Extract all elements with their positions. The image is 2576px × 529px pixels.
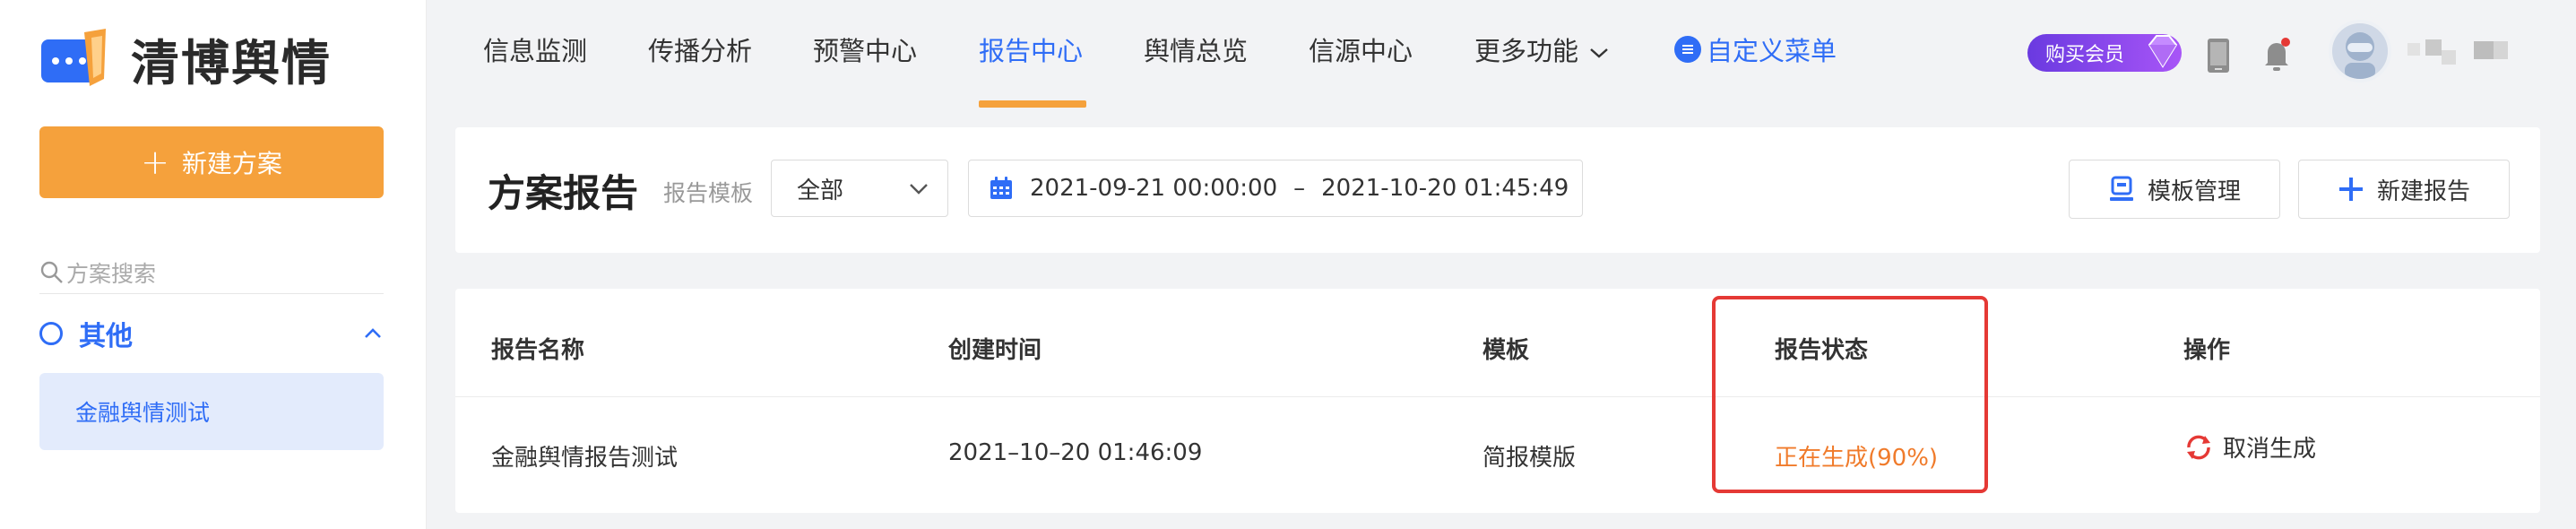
nav-spread-analysis[interactable]: 传播分析: [648, 30, 752, 68]
table-row-status: 正在生成(90%): [1775, 445, 1939, 472]
phone-icon[interactable]: [2207, 38, 2230, 74]
plan-search-placeholder: 方案搜索: [66, 260, 157, 287]
gem-icon: [2148, 35, 2178, 68]
search-icon: [40, 261, 63, 283]
table-row-template: 简报模版: [1482, 445, 1577, 472]
header-divider: [455, 396, 2540, 397]
active-tab-indicator: [979, 100, 1086, 108]
column-header-status: 报告状态: [1775, 337, 1869, 364]
new-plan-label: 新建方案: [181, 149, 282, 178]
column-header-name: 报告名称: [491, 337, 585, 364]
chevron-up-icon: [365, 328, 381, 338]
avatar[interactable]: [2329, 20, 2391, 82]
username-blurred[interactable]: [2407, 39, 2515, 68]
nav-report-center[interactable]: 报告中心: [979, 30, 1083, 68]
bell-icon[interactable]: [2260, 34, 2293, 74]
logo[interactable]: 清博舆情: [39, 23, 332, 94]
report-table: 报告名称 创建时间 模板 报告状态 操作 金融舆情报告测试 2021–10–20…: [455, 289, 2540, 513]
plus-icon: [2338, 178, 2363, 201]
group-label: 其他: [79, 321, 133, 352]
cancel-generate-label: 取消生成: [2223, 436, 2317, 463]
refresh-icon: [2187, 435, 2210, 459]
template-manage-label: 模板管理: [2147, 178, 2241, 205]
circle-icon: [39, 322, 63, 345]
top-nav: 信息监测 传播分析 预警中心 报告中心 舆情总览 信源中心 更多功能 自定义菜单: [428, 0, 2576, 108]
plan-item-label: 金融舆情测试: [75, 400, 211, 426]
nav-more-label: 更多功能: [1474, 36, 1579, 66]
report-filter-card: 方案报告 报告模板 全部 2021-09-21 00:00:00 – 2021-…: [455, 127, 2540, 253]
column-header-action: 操作: [2183, 337, 2231, 364]
custom-menu-label: 自定义菜单: [1707, 36, 1837, 66]
date-start: 2021-09-21 00:00:00: [1030, 175, 1278, 202]
new-plan-button[interactable]: + 新建方案: [39, 126, 384, 198]
template-select-value: 全部: [797, 177, 844, 204]
logo-text: 清博舆情: [131, 35, 332, 91]
calendar-icon: [990, 177, 1012, 199]
custom-menu-link[interactable]: 自定义菜单: [1674, 30, 1837, 68]
nav-opinion-overview[interactable]: 舆情总览: [1144, 30, 1248, 68]
nav-alert-center[interactable]: 预警中心: [813, 30, 917, 68]
plan-item-finance-test[interactable]: 金融舆情测试: [39, 373, 384, 450]
column-header-template: 模板: [1482, 337, 1530, 364]
plan-search-input[interactable]: 方案搜索: [39, 251, 384, 294]
template-select[interactable]: 全部: [771, 160, 948, 217]
date-range-picker[interactable]: 2021-09-21 00:00:00 – 2021-10-20 01:45:4…: [968, 160, 1583, 217]
column-header-created: 创建时间: [948, 337, 1042, 364]
cancel-generate-button[interactable]: 取消生成: [2183, 430, 2316, 464]
date-end: 2021-10-20 01:45:49: [1321, 175, 1569, 202]
plus-icon: +: [141, 143, 169, 182]
sidebar: 清博舆情 + 新建方案 方案搜索 其他 金融舆情测试: [0, 0, 427, 529]
template-icon: [2109, 176, 2133, 201]
template-manage-button[interactable]: 模板管理: [2069, 160, 2280, 219]
vip-label: 购买会员: [2045, 44, 2125, 66]
table-row-created: 2021–10–20 01:46:09: [948, 439, 1203, 466]
date-separator: –: [1293, 175, 1306, 202]
nav-source-center[interactable]: 信源中心: [1309, 30, 1413, 68]
nav-more-functions[interactable]: 更多功能: [1474, 30, 1609, 68]
group-header-other[interactable]: 其他: [39, 314, 384, 353]
new-report-button[interactable]: 新建报告: [2298, 160, 2510, 219]
chevron-down-icon: [1590, 48, 1608, 58]
buy-vip-button[interactable]: 购买会员: [2027, 34, 2182, 72]
chevron-down-icon: [910, 184, 928, 195]
template-filter-label: 报告模板: [663, 180, 754, 206]
table-row-name: 金融舆情报告测试: [491, 445, 679, 472]
logo-icon: [39, 27, 118, 91]
new-report-label: 新建报告: [2376, 178, 2470, 205]
menu-icon: [1674, 36, 1701, 63]
nav-info-monitor[interactable]: 信息监测: [483, 30, 587, 68]
page-title: 方案报告: [488, 171, 639, 215]
